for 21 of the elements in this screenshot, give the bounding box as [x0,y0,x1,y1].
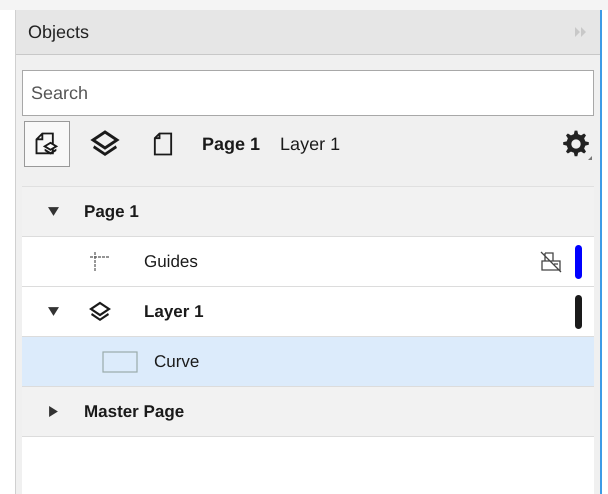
tree-item-label: Curve [154,350,200,373]
layers-icon [88,300,112,324]
tree-item-label: Master Page [84,400,184,423]
panel-title: Objects [28,20,90,44]
search-field[interactable]: Search [22,70,594,116]
printer-icon [539,250,563,274]
current-page-label: Page 1 [202,132,260,156]
tree-row[interactable]: Page 1 [22,187,594,237]
settings-icon[interactable] [560,128,592,160]
collapse-triangle-icon[interactable] [48,206,58,217]
tree-row[interactable]: Curve [22,337,594,387]
expand-triangle-icon[interactable] [48,406,58,417]
tree-item-label: Guides [144,250,198,273]
tree-row[interactable]: Master Page [22,387,594,437]
guides-icon [88,250,112,274]
collapse-triangle-icon[interactable] [48,306,58,317]
view-toggle-button[interactable] [24,121,70,167]
current-layer-label: Layer 1 [280,132,340,156]
rectangle-icon [102,350,138,372]
tree-item-label: Page 1 [84,200,139,223]
tree-item-label: Layer 1 [144,300,204,323]
